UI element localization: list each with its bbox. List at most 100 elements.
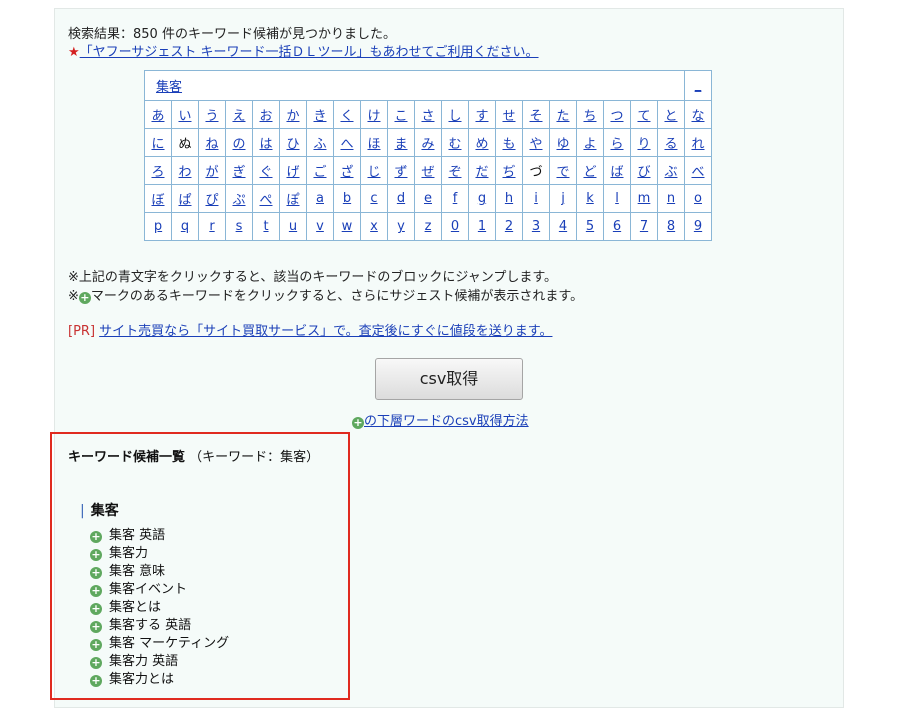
kana-link[interactable]: て — [637, 109, 650, 124]
kana-link[interactable]: b — [343, 191, 351, 206]
keyword-text[interactable]: 集客力とは — [109, 672, 174, 687]
keyword-item[interactable]: + 集客力とは — [90, 671, 229, 689]
kana-link[interactable]: 7 — [640, 219, 648, 234]
kana-link[interactable]: あ — [151, 109, 164, 124]
plus-circle-icon[interactable]: + — [90, 639, 102, 651]
kana-link[interactable]: ゆ — [556, 137, 569, 152]
keyword-text[interactable]: 集客とは — [109, 600, 161, 615]
kana-link[interactable]: と — [664, 109, 677, 124]
plus-circle-icon[interactable]: + — [90, 621, 102, 633]
keyword-item[interactable]: + 集客とは — [90, 599, 229, 617]
kana-link[interactable]: や — [529, 137, 542, 152]
kana-link[interactable]: ぎ — [232, 165, 245, 180]
plus-circle-icon[interactable]: + — [90, 675, 102, 687]
keyword-text[interactable]: 集客力 — [109, 546, 148, 561]
kana-link[interactable]: c — [370, 191, 377, 206]
kana-link[interactable]: げ — [286, 165, 299, 180]
kana-link[interactable]: そ — [529, 109, 542, 124]
kana-link[interactable]: わ — [178, 165, 191, 180]
kana-link[interactable]: v — [316, 219, 324, 234]
plus-circle-icon[interactable]: + — [90, 531, 102, 543]
kana-link[interactable]: h — [505, 191, 513, 206]
kana-link[interactable]: つ — [610, 109, 623, 124]
kana-link[interactable]: も — [502, 137, 515, 152]
kana-link[interactable]: い — [178, 109, 191, 124]
keyword-item[interactable]: + 集客 意味 — [90, 563, 229, 581]
keyword-text[interactable]: 集客する 英語 — [109, 618, 191, 633]
keyword-text[interactable]: 集客イベント — [109, 582, 187, 597]
kana-link[interactable]: ぐ — [259, 165, 272, 180]
pr-link[interactable]: サイト売買なら「サイト買取サービス」で。査定後にすぐに値段を送ります。 — [99, 324, 552, 339]
kana-link[interactable]: 0 — [451, 219, 459, 234]
kana-link[interactable]: で — [556, 165, 569, 180]
kana-link[interactable]: ぞ — [448, 165, 461, 180]
kana-link[interactable]: t — [263, 219, 268, 234]
kana-link[interactable]: 1 — [478, 219, 486, 234]
kana-link[interactable]: え — [232, 109, 245, 124]
kana-link[interactable]: じ — [367, 165, 380, 180]
keyword-text[interactable]: 集客力 英語 — [109, 654, 178, 669]
kana-link[interactable]: た — [556, 109, 569, 124]
kana-link[interactable]: さ — [421, 109, 434, 124]
kana-link[interactable]: a — [316, 191, 324, 206]
kana-link[interactable]: l — [615, 191, 619, 206]
plus-circle-icon[interactable]: + — [90, 567, 102, 579]
kana-link[interactable]: ぱ — [178, 193, 191, 208]
kana-link[interactable]: に — [151, 137, 164, 152]
kana-link[interactable]: す — [475, 109, 488, 124]
kana-link[interactable]: e — [424, 191, 432, 206]
kana-link[interactable]: q — [181, 219, 189, 234]
kana-link[interactable]: 2 — [505, 219, 513, 234]
kana-link[interactable]: ぢ — [502, 165, 515, 180]
kana-link[interactable]: け — [367, 109, 380, 124]
kana-link[interactable]: ぜ — [421, 165, 434, 180]
kana-link[interactable]: な — [691, 109, 704, 124]
kana-link[interactable]: 9 — [694, 219, 702, 234]
kana-link[interactable]: む — [448, 137, 461, 152]
keyword-item[interactable]: + 集客 マーケティング — [90, 635, 229, 653]
kana-link[interactable]: f — [453, 191, 458, 206]
kana-link[interactable]: o — [694, 191, 702, 206]
kana-link[interactable]: w — [342, 219, 353, 234]
kana-link[interactable]: 5 — [586, 219, 594, 234]
kana-link[interactable]: ね — [205, 137, 218, 152]
kana-link[interactable]: n — [667, 191, 675, 206]
kana-link[interactable]: し — [448, 109, 461, 124]
kana-link[interactable]: り — [637, 137, 650, 152]
corner-link[interactable]: _ — [695, 78, 702, 93]
kana-link[interactable]: よ — [583, 137, 596, 152]
kana-link[interactable]: ひ — [286, 137, 299, 152]
keyword-item[interactable]: + 集客 英語 — [90, 527, 229, 545]
keyword-item[interactable]: + 集客する 英語 — [90, 617, 229, 635]
keyword-item[interactable]: + 集客イベント — [90, 581, 229, 599]
kana-link[interactable]: る — [664, 137, 677, 152]
kana-link[interactable]: ち — [583, 109, 596, 124]
keyword-text[interactable]: 集客 英語 — [109, 528, 165, 543]
dl-tool-link[interactable]: 「ヤフーサジェスト キーワード一括ＤＬツール」もあわせてご利用ください。 — [80, 45, 539, 60]
kana-link[interactable]: め — [475, 137, 488, 152]
kana-link[interactable]: き — [313, 109, 326, 124]
kana-link[interactable]: u — [289, 219, 297, 234]
kana-link[interactable]: ば — [610, 165, 623, 180]
plus-circle-icon[interactable]: + — [90, 585, 102, 597]
kana-link[interactable]: く — [340, 109, 353, 124]
kana-link[interactable]: i — [534, 191, 538, 206]
kana-link[interactable]: か — [286, 109, 299, 124]
kana-link[interactable]: s — [236, 219, 243, 234]
kana-link[interactable]: 8 — [667, 219, 675, 234]
plus-circle-icon[interactable]: + — [90, 657, 102, 669]
kana-link[interactable]: び — [637, 165, 650, 180]
kana-link[interactable]: p — [154, 219, 162, 234]
kana-link[interactable]: y — [397, 219, 405, 234]
kana-link[interactable]: へ — [340, 137, 353, 152]
plus-circle-icon[interactable]: + — [90, 603, 102, 615]
kana-link[interactable]: 4 — [559, 219, 567, 234]
kana-link[interactable]: ぺ — [259, 193, 272, 208]
kana-link[interactable]: れ — [691, 137, 704, 152]
kana-link[interactable]: ま — [394, 137, 407, 152]
keyword-text[interactable]: 集客 マーケティング — [109, 636, 229, 651]
kana-link[interactable]: r — [209, 219, 214, 234]
kana-link[interactable]: み — [421, 137, 434, 152]
kana-link[interactable]: g — [478, 191, 486, 206]
kana-link[interactable]: ざ — [340, 165, 353, 180]
